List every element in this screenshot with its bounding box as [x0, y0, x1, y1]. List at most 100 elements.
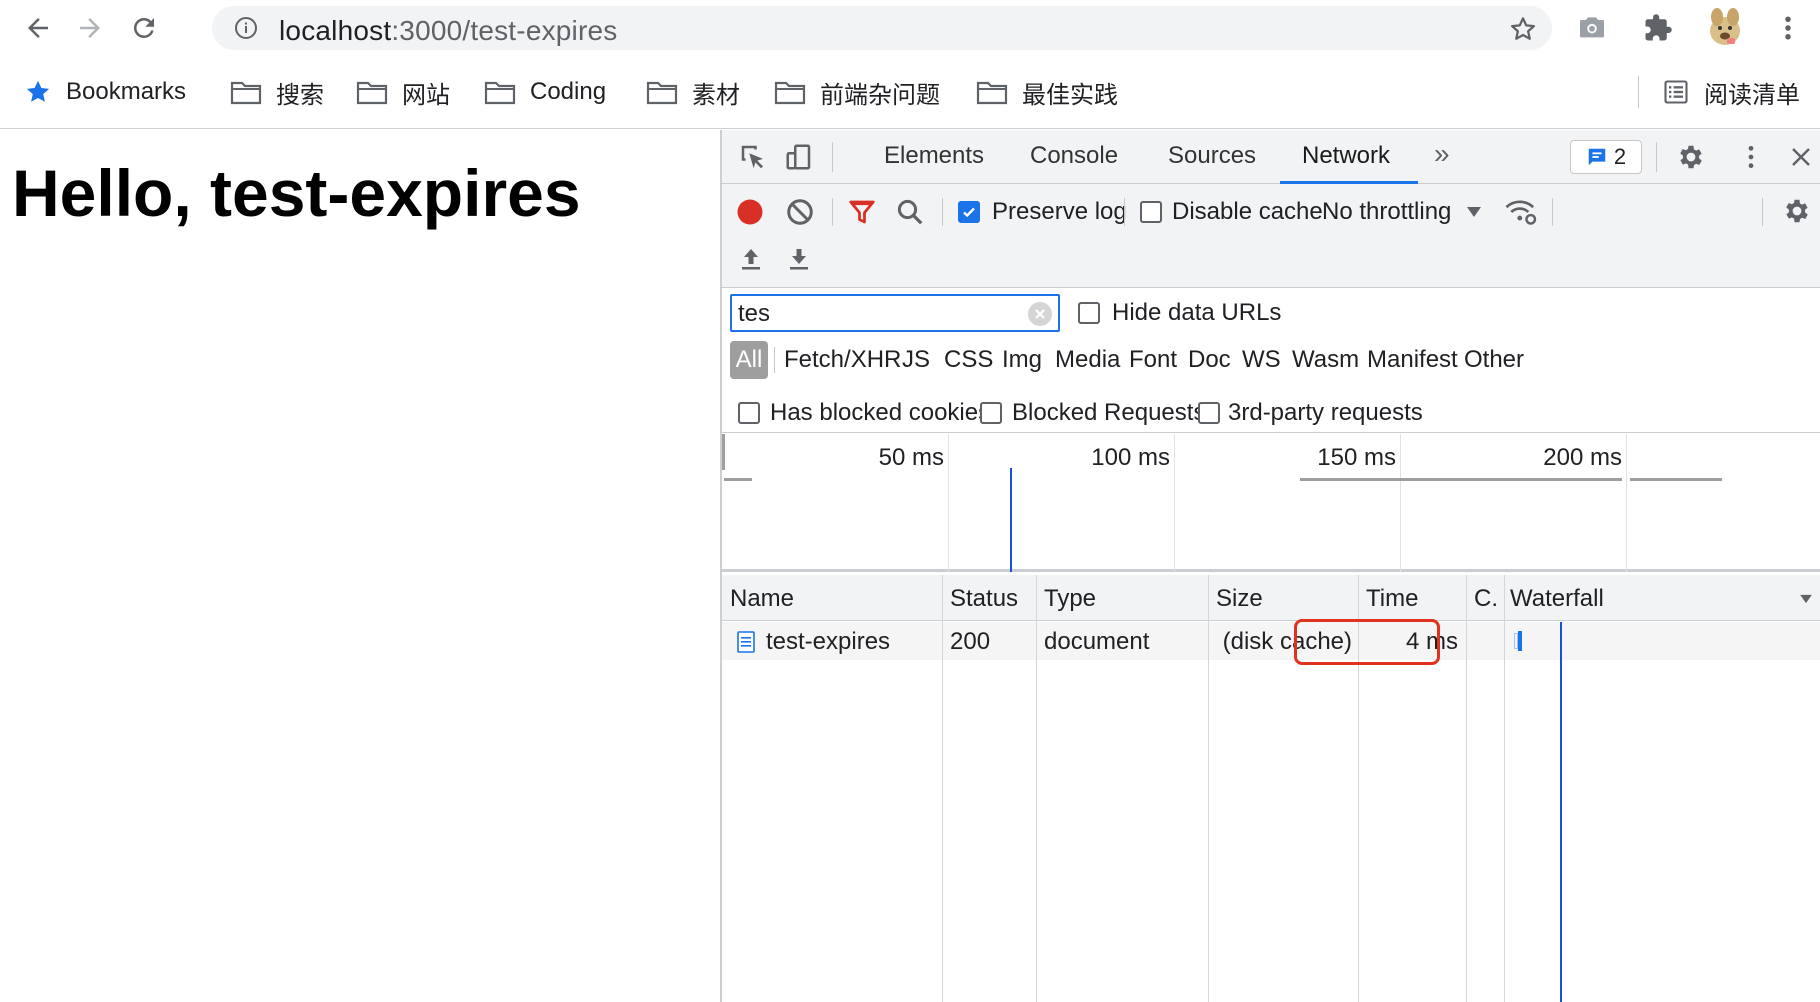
- export-har-icon[interactable]: [784, 244, 814, 274]
- settings-gear-icon[interactable]: [1674, 140, 1708, 174]
- type-filter-doc[interactable]: Doc: [1188, 341, 1231, 379]
- waterfall-sort-icon[interactable]: [1796, 589, 1816, 609]
- bookmark-label: 搜索: [276, 81, 324, 109]
- type-filter-img[interactable]: Img: [1002, 341, 1042, 379]
- folder-icon: [646, 81, 678, 105]
- url-host: localhost: [279, 15, 392, 46]
- column-divider: [1036, 575, 1037, 1002]
- reading-list-label: 阅读清单: [1704, 81, 1800, 109]
- folder-icon: [774, 81, 806, 105]
- network-conditions-icon[interactable]: [1502, 194, 1540, 230]
- bookmark-star-icon[interactable]: [1508, 14, 1538, 44]
- blocked-requests-checkbox[interactable]: [980, 402, 1002, 424]
- cell-type: document: [1044, 628, 1150, 655]
- tab-sources[interactable]: Sources: [1168, 142, 1256, 170]
- back-icon[interactable]: [20, 10, 56, 46]
- forward-icon[interactable]: [72, 10, 108, 46]
- type-filter-manifest[interactable]: Manifest: [1367, 341, 1458, 379]
- hide-data-urls-checkbox[interactable]: [1078, 302, 1100, 324]
- bookmark-folder-frontend[interactable]: 前端杂问题: [774, 74, 940, 110]
- bookmark-label: Bookmarks: [66, 78, 187, 105]
- chrome-menu-icon[interactable]: [1770, 10, 1806, 46]
- table-row[interactable]: test-expires 200 document (disk cache) 4…: [722, 622, 1820, 660]
- type-filter-other[interactable]: Other: [1464, 341, 1524, 379]
- filter-icon[interactable]: [846, 196, 878, 228]
- column-header-waterfall[interactable]: Waterfall: [1510, 585, 1604, 613]
- devtools-menu-icon[interactable]: [1734, 140, 1768, 174]
- has-blocked-cookies-checkbox[interactable]: [738, 402, 760, 424]
- search-icon[interactable]: [894, 196, 926, 228]
- type-filter-css[interactable]: CSS: [944, 341, 993, 379]
- column-header-time[interactable]: Time: [1366, 585, 1418, 613]
- reading-list-button[interactable]: 阅读清单: [1662, 74, 1800, 110]
- column-header-type[interactable]: Type: [1044, 585, 1096, 613]
- cell-name[interactable]: test-expires: [766, 628, 890, 656]
- folder-icon: [230, 81, 262, 105]
- bookmark-label: 素材: [692, 81, 740, 109]
- size-cell-highlight: [1294, 619, 1440, 665]
- cell-status: 200: [950, 628, 991, 655]
- preserve-log-checkbox[interactable]: [958, 201, 980, 223]
- bookmark-folder-search[interactable]: 搜索: [230, 74, 324, 110]
- profile-avatar[interactable]: [1702, 4, 1748, 50]
- clear-icon[interactable]: [784, 196, 816, 228]
- bookmark-label: 前端杂问题: [820, 81, 940, 109]
- reload-icon[interactable]: [126, 10, 162, 46]
- type-filter-fetch-xhr[interactable]: Fetch/XHR: [784, 341, 901, 379]
- column-divider: [942, 575, 943, 1002]
- column-header-c[interactable]: C.: [1474, 585, 1498, 613]
- clear-filter-icon[interactable]: [1028, 302, 1052, 326]
- tab-console[interactable]: Console: [1030, 142, 1118, 170]
- reading-list-icon: [1664, 80, 1688, 104]
- column-header-size[interactable]: Size: [1216, 585, 1263, 613]
- dropdown-caret-icon[interactable]: [1462, 200, 1486, 224]
- column-header-status[interactable]: Status: [950, 585, 1018, 613]
- type-filter-ws[interactable]: WS: [1242, 341, 1281, 379]
- preserve-log-label: Preserve log: [992, 198, 1127, 225]
- type-filter-media[interactable]: Media: [1055, 341, 1120, 379]
- column-header-name[interactable]: Name: [730, 585, 794, 613]
- bookmark-folder-websites[interactable]: 网站: [356, 74, 450, 110]
- folder-icon: [976, 81, 1008, 105]
- issues-badge[interactable]: 2: [1570, 140, 1642, 174]
- extensions-icon[interactable]: [1640, 10, 1676, 46]
- table-header: Name Status Type Size Time C. Waterfall: [722, 575, 1820, 621]
- type-filter-js[interactable]: JS: [902, 341, 930, 379]
- url-text[interactable]: localhost:3000/test-expires: [279, 15, 617, 47]
- disable-cache-checkbox[interactable]: [1140, 201, 1162, 223]
- close-devtools-icon[interactable]: [1784, 140, 1818, 174]
- overview-gridline: [1400, 434, 1401, 572]
- type-filter-all[interactable]: All: [730, 341, 768, 379]
- network-filters: Hide data URLs All Fetch/XHR JS CSS Img …: [722, 289, 1820, 433]
- bookmark-label: 最佳实践: [1022, 81, 1118, 109]
- type-filter-wasm[interactable]: Wasm: [1292, 341, 1359, 379]
- bookmark-item-bookmarks[interactable]: Bookmarks: [24, 74, 186, 110]
- device-toolbar-icon[interactable]: [782, 140, 816, 174]
- overview-gridline: [1174, 434, 1175, 572]
- address-bar[interactable]: localhost:3000/test-expires: [212, 6, 1552, 50]
- overview-gridline: [1626, 434, 1627, 572]
- import-har-icon[interactable]: [736, 244, 766, 274]
- document-icon: [736, 630, 756, 654]
- third-party-checkbox[interactable]: [1198, 402, 1220, 424]
- inspect-element-icon[interactable]: [736, 140, 770, 174]
- dom-content-loaded-marker: [1010, 468, 1012, 572]
- has-blocked-cookies-label: Has blocked cookies: [770, 399, 991, 426]
- filter-field[interactable]: [730, 294, 1060, 332]
- bookmark-folder-materials[interactable]: 素材: [646, 74, 740, 110]
- tab-network[interactable]: Network: [1302, 142, 1390, 170]
- record-icon[interactable]: [734, 196, 766, 228]
- filter-input[interactable]: [738, 300, 1018, 328]
- controls-separator: [1124, 198, 1125, 226]
- site-info-icon[interactable]: [234, 16, 258, 40]
- more-tabs-icon[interactable]: »: [1434, 138, 1450, 170]
- network-overview[interactable]: 50 ms 100 ms 150 ms 200 ms: [722, 434, 1820, 572]
- type-filter-font[interactable]: Font: [1129, 341, 1177, 379]
- throttling-select[interactable]: No throttling: [1322, 198, 1451, 226]
- overview-left-handle[interactable]: [722, 434, 725, 470]
- bookmark-folder-coding[interactable]: Coding: [484, 74, 606, 110]
- tab-elements[interactable]: Elements: [884, 142, 984, 170]
- bookmark-folder-best-practice[interactable]: 最佳实践: [976, 74, 1118, 110]
- network-settings-icon[interactable]: [1780, 194, 1814, 228]
- camera-icon[interactable]: [1574, 10, 1610, 46]
